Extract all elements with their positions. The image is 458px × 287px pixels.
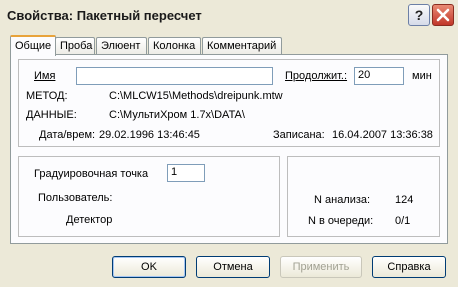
ok-button-label: OK (141, 261, 157, 273)
general-tab-panel: Имя Продолжит.: 20 мин МЕТОД: C:\MLCW15\… (10, 54, 448, 244)
close-button[interactable] (432, 4, 454, 26)
recorded-label: Записана: (273, 129, 325, 141)
tab-label: Общие (15, 40, 52, 52)
general-info-group: Имя Продолжит.: 20 мин МЕТОД: C:\MLCW15\… (18, 59, 440, 147)
calibration-point-label: Градуировочная точка (34, 168, 149, 180)
datetime-label: Дата/врем: (39, 129, 96, 141)
name-label: Имя (34, 70, 56, 82)
analysis-number-label: N анализа: (314, 194, 371, 206)
datetime-value: 29.02.1996 13:46:45 (99, 129, 200, 141)
detector-label: Детектор (66, 214, 113, 226)
help-button-label: Справка (387, 261, 431, 273)
method-path: C:\MLCW15\Methods\dreipunk.mtw (109, 90, 283, 102)
analysis-number-value: 124 (395, 194, 414, 206)
title-bar: Свойства: Пакетный пересчет ? (0, 0, 458, 30)
calibration-point-input[interactable]: 1 (167, 164, 205, 182)
data-path: C:\МультиХром 1.7x\DATA\ (109, 109, 245, 121)
help-button[interactable]: Справка (372, 256, 446, 278)
help-title-button[interactable]: ? (408, 4, 430, 26)
tab-general[interactable]: Общие (10, 35, 56, 56)
name-input[interactable] (76, 67, 273, 85)
stats-group: N анализа: 124 N в очереди: 0/1 (287, 156, 440, 237)
tab-eluent[interactable]: Элюент (96, 37, 147, 55)
properties-dialog: Свойства: Пакетный пересчет ? Общие Проб… (0, 0, 458, 287)
method-label: МЕТОД: (26, 90, 68, 102)
recorded-value: 16.04.2007 13:36:38 (332, 129, 433, 141)
apply-button-label: Применить (292, 261, 350, 273)
duration-unit: мин (412, 70, 432, 82)
tab-sample[interactable]: Проба (55, 37, 95, 55)
tab-column[interactable]: Колонка (148, 37, 201, 55)
close-icon (436, 8, 450, 22)
tab-label: Комментарий (207, 40, 277, 52)
calibration-group: Градуировочная точка 1 Пользователь: Дет… (18, 156, 280, 237)
duration-label: Продолжит.: (285, 70, 348, 82)
ok-button[interactable]: OK (112, 256, 186, 278)
duration-input[interactable]: 20 (354, 67, 404, 85)
tab-label: Колонка (153, 40, 196, 52)
data-label: ДАННЫЕ: (26, 109, 77, 121)
window-title: Свойства: Пакетный пересчет (7, 8, 202, 23)
cancel-button[interactable]: Отмена (196, 256, 270, 278)
tab-label: Проба (60, 40, 93, 52)
question-icon: ? (414, 7, 424, 23)
tab-comment[interactable]: Комментарий (202, 37, 282, 55)
queue-number-value: 0/1 (395, 215, 411, 227)
apply-button[interactable]: Применить (280, 256, 362, 278)
user-label: Пользователь: (38, 192, 113, 204)
cancel-button-label: Отмена (213, 261, 253, 273)
queue-number-label: N в очереди: (308, 215, 374, 227)
tab-label: Элюент (101, 40, 141, 52)
